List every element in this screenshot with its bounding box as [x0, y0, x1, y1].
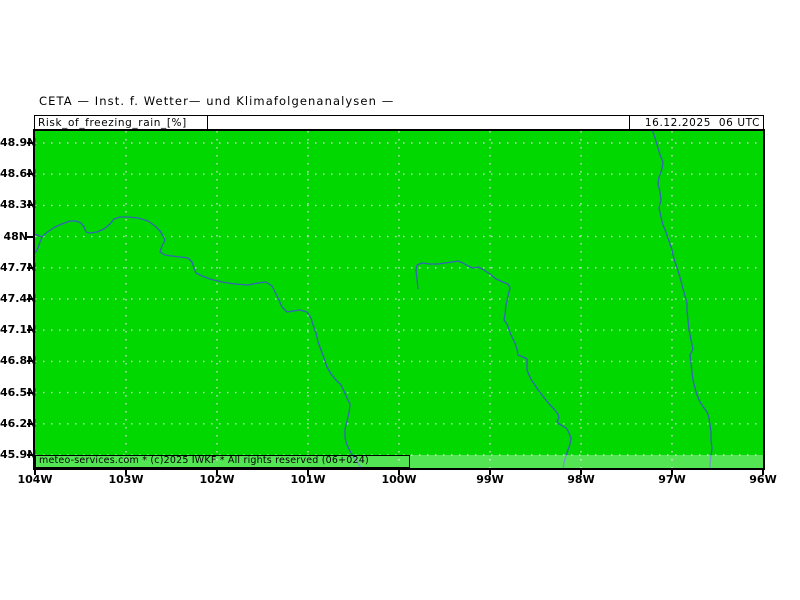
y-axis-label: 47.4N	[0, 293, 28, 305]
x-axis-label: 100W	[371, 473, 427, 486]
header-spacer	[208, 116, 629, 129]
x-axis-label: 102W	[189, 473, 245, 486]
y-axis-label: 48N	[0, 231, 28, 243]
y-axis-label: 47.7N	[0, 262, 28, 274]
y-axis-label: 46.2N	[0, 418, 28, 430]
x-axis-label: 103W	[98, 473, 154, 486]
y-axis-label: 48.3N	[0, 199, 28, 211]
datetime-label: 16.12.2025 06 UTC	[629, 116, 763, 129]
x-axis-label: 99W	[462, 473, 518, 486]
map-area: meteo-services.com * (c)2025 IWKF * All …	[33, 129, 765, 470]
x-axis-label: 96W	[735, 473, 791, 486]
y-axis-label: 48.9N	[0, 137, 28, 149]
y-axis-label: 45.9N	[0, 449, 28, 461]
x-axis-label: 98W	[553, 473, 609, 486]
y-axis-label: 48.6N	[0, 168, 28, 180]
y-axis-label: 46.5N	[0, 387, 28, 399]
y-axis-label: 46.8N	[0, 355, 28, 367]
y-axis-label: 47.1N	[0, 324, 28, 336]
weather-map-product: CETA — Inst. f. Wetter— und Klimafolgena…	[0, 0, 800, 600]
copyright-label: meteo-services.com * (c)2025 IWKF * All …	[35, 455, 410, 468]
x-axis-label: 97W	[644, 473, 700, 486]
map-canvas	[35, 131, 763, 468]
map-header-bar: Risk_of_freezing_rain_[%] 16.12.2025 06 …	[34, 115, 764, 130]
page-title: CETA — Inst. f. Wetter— und Klimafolgena…	[39, 94, 394, 108]
x-axis-label: 101W	[280, 473, 336, 486]
x-axis-label: 104W	[7, 473, 63, 486]
variable-label: Risk_of_freezing_rain_[%]	[35, 116, 208, 129]
